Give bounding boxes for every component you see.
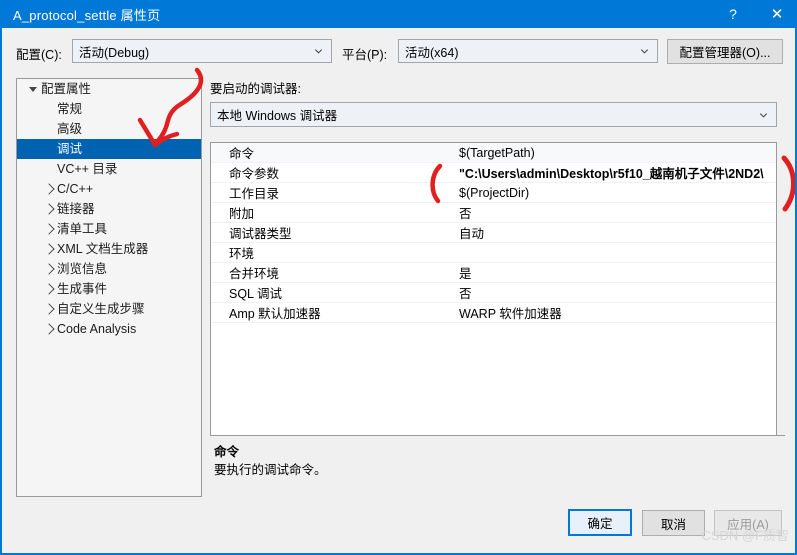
tree-item-label: 链接器 — [57, 202, 95, 216]
debugger-select-value: 本地 Windows 调试器 — [217, 109, 338, 123]
tree-item-9[interactable]: 浏览信息 — [17, 259, 201, 279]
chevron-right-icon[interactable] — [41, 323, 57, 335]
property-row[interactable]: SQL 调试 否 — [211, 283, 776, 303]
property-value[interactable]: 否 — [455, 283, 776, 302]
property-row[interactable]: 命令 $(TargetPath) — [211, 143, 776, 163]
property-name: 命令参数 — [229, 167, 280, 181]
config-toolbar: 配置(C): 活动(Debug) 平台(P): 活动(x64) 配置管理器(O)… — [2, 28, 795, 72]
tree-item-0[interactable]: 配置属性 — [17, 79, 201, 99]
triangle-glyph — [42, 243, 55, 255]
triangle-glyph — [42, 203, 55, 215]
triangle-glyph — [29, 86, 37, 92]
description-pane: 命令 要执行的调试命令。 — [210, 435, 785, 497]
description-title: 命令 — [214, 445, 240, 459]
property-value[interactable]: $(ProjectDir) — [455, 186, 776, 200]
triangle-glyph — [42, 183, 55, 195]
tree-item-label: 常规 — [57, 102, 83, 116]
tree-item-label: 清单工具 — [57, 222, 108, 236]
tree-item-1[interactable]: 常规 — [17, 99, 201, 119]
chevron-right-icon[interactable] — [41, 283, 57, 295]
title-bar: A_protocol_settle 属性页 ? ✕ — [2, 0, 795, 28]
cancel-button[interactable]: 取消 — [642, 510, 705, 536]
chevron-right-icon[interactable] — [41, 223, 57, 235]
tree-item-6[interactable]: 链接器 — [17, 199, 201, 219]
tree-item-label: 生成事件 — [57, 282, 108, 296]
triangle-glyph — [42, 283, 55, 295]
property-row[interactable]: 调试器类型 自动 — [211, 223, 776, 243]
chevron-down-icon — [759, 112, 768, 118]
tree-item-label: 配置属性 — [41, 82, 92, 96]
ok-button[interactable]: 确定 — [568, 509, 632, 536]
debugger-select[interactable]: 本地 Windows 调试器 — [210, 102, 777, 127]
config-manager-button[interactable]: 配置管理器(O)... — [667, 39, 783, 64]
tree-item-label: 自定义生成步骤 — [57, 302, 145, 316]
configuration-tree[interactable]: 配置属性常规高级调试 VC++ 目录 C/C++ 链接器清单工具 XML 文档生成器 浏览… — [16, 78, 202, 497]
chevron-down-icon — [640, 49, 649, 54]
tree-item-label: 调试 — [57, 142, 83, 156]
tree-item-label: XML 文档生成器 — [57, 242, 149, 256]
property-value[interactable]: $(TargetPath) — [455, 146, 776, 160]
tree-item-8[interactable]: XML 文档生成器 — [17, 239, 201, 259]
tree-item-11[interactable]: 自定义生成步骤 — [17, 299, 201, 319]
property-row[interactable]: 工作目录 $(ProjectDir) — [211, 183, 776, 203]
triangle-glyph — [42, 263, 55, 275]
tree-list: 配置属性常规高级调试 VC++ 目录 C/C++ 链接器清单工具 XML 文档生成器 浏览… — [17, 79, 201, 339]
platform-label: 平台(P): — [342, 48, 388, 62]
close-icon[interactable]: ✕ — [755, 0, 795, 28]
tree-item-2[interactable]: 高级 — [17, 119, 201, 139]
property-pages-dialog: A_protocol_settle 属性页 ? ✕ 配置(C): 活动(Debu… — [0, 0, 797, 555]
chevron-right-icon[interactable] — [41, 243, 57, 255]
tree-item-3[interactable]: 调试 — [17, 139, 201, 159]
property-value[interactable]: WARP 软件加速器 — [455, 303, 776, 322]
help-icon[interactable]: ? — [711, 0, 755, 28]
tree-item-7[interactable]: 清单工具 — [17, 219, 201, 239]
property-grid-rows: 命令 $(TargetPath) 命令参数 "C:\Users\admin\Deskt… — [211, 143, 776, 323]
tree-item-5[interactable]: C/C++ — [17, 179, 201, 199]
chevron-right-icon[interactable] — [41, 183, 57, 195]
property-row[interactable]: 环境 — [211, 243, 776, 263]
property-name: Amp 默认加速器 — [229, 307, 321, 321]
property-name: 命令 — [229, 147, 255, 161]
property-value[interactable]: "C:\Users\admin\Desktop\r5f10_越南机子文件\2ND… — [455, 163, 776, 182]
platform-combo[interactable]: 活动(x64) — [398, 39, 658, 63]
property-name: SQL 调试 — [229, 287, 283, 301]
property-value[interactable]: 否 — [455, 203, 776, 222]
chevron-right-icon[interactable] — [41, 203, 57, 215]
property-value[interactable]: 是 — [455, 263, 776, 282]
tree-item-12[interactable]: Code Analysis — [17, 319, 201, 339]
property-row[interactable]: 附加 否 — [211, 203, 776, 223]
tree-item-label: 高级 — [57, 122, 83, 136]
configuration-label: 配置(C): — [16, 48, 62, 62]
chevron-down-icon — [314, 49, 323, 54]
triangle-glyph — [42, 323, 55, 335]
window-title: A_protocol_settle 属性页 — [13, 7, 161, 23]
debugger-section-label: 要启动的调试器: — [210, 82, 301, 96]
property-name: 工作目录 — [229, 187, 280, 201]
chevron-right-icon[interactable] — [41, 303, 57, 315]
watermark: CSDN @F质智 — [701, 528, 789, 543]
property-row[interactable]: Amp 默认加速器 WARP 软件加速器 — [211, 303, 776, 323]
triangle-glyph — [42, 223, 55, 235]
configuration-combo[interactable]: 活动(Debug) — [72, 39, 332, 63]
platform-value: 活动(x64) — [405, 45, 459, 60]
property-row[interactable]: 合并环境 是 — [211, 263, 776, 283]
triangle-glyph — [42, 303, 55, 315]
property-name: 附加 — [229, 207, 255, 221]
property-name: 调试器类型 — [229, 227, 292, 241]
tree-item-label: VC++ 目录 — [57, 162, 118, 176]
tree-item-label: Code Analysis — [57, 322, 137, 336]
configuration-value: 活动(Debug) — [79, 45, 150, 60]
property-name: 合并环境 — [229, 267, 280, 281]
tree-item-label: 浏览信息 — [57, 262, 108, 276]
property-row[interactable]: 命令参数 "C:\Users\admin\Desktop\r5f10_越南机子文件… — [211, 163, 776, 183]
property-name: 环境 — [229, 247, 255, 261]
description-body: 要执行的调试命令。 — [214, 463, 327, 477]
tree-item-10[interactable]: 生成事件 — [17, 279, 201, 299]
tree-item-label: C/C++ — [57, 182, 94, 196]
property-value[interactable]: 自动 — [455, 223, 776, 242]
chevron-down-icon[interactable] — [25, 86, 41, 92]
chevron-right-icon[interactable] — [41, 263, 57, 275]
tree-item-4[interactable]: VC++ 目录 — [17, 159, 201, 179]
